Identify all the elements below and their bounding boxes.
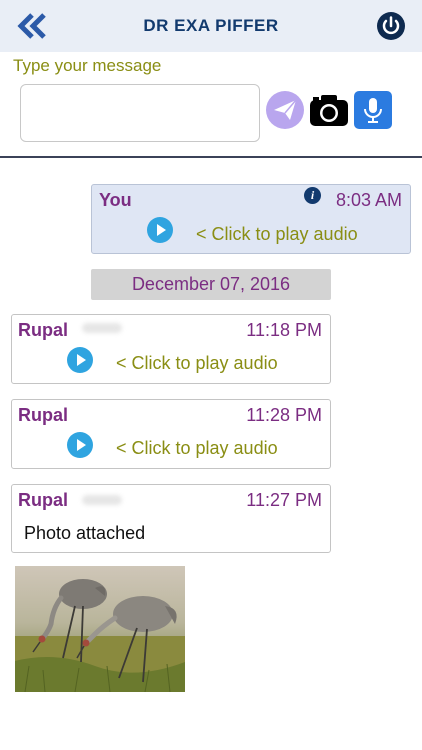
composer-label: Type your message — [13, 56, 162, 75]
message-sender: Rupal — [18, 320, 69, 340]
photo-attachment[interactable] — [15, 566, 185, 692]
date-separator: December 07, 2016 — [91, 269, 331, 300]
send-icon[interactable] — [266, 91, 304, 129]
message-time: 11:18 PM — [246, 320, 322, 340]
play-icon[interactable] — [147, 217, 173, 243]
info-icon[interactable]: i — [304, 187, 321, 204]
app-header: DR EXA PIFFER — [0, 0, 422, 52]
message-time: 8:03 AM — [335, 190, 402, 210]
play-icon[interactable] — [67, 432, 93, 458]
redacted-name — [82, 323, 122, 333]
message-time: 11:27 PM — [246, 490, 322, 510]
message-input[interactable] — [20, 84, 260, 142]
play-audio-link[interactable]: < Click to play audio — [116, 438, 278, 459]
power-icon[interactable] — [376, 11, 406, 41]
message-time: 11:28 PM — [246, 405, 322, 425]
message-bubble: Rupal 11:28 PM < Click to play audio — [11, 399, 331, 469]
message-sender: Rupal — [18, 490, 69, 510]
play-audio-link[interactable]: < Click to play audio — [196, 224, 358, 245]
camera-icon[interactable] — [309, 93, 349, 127]
message-bubble: Rupal 11:18 PM < Click to play audio — [11, 314, 331, 384]
redacted-name — [82, 495, 122, 505]
microphone-icon[interactable] — [354, 91, 392, 129]
message-sender: Rupal — [18, 405, 69, 425]
divider — [0, 156, 422, 158]
play-audio-link[interactable]: < Click to play audio — [116, 353, 278, 374]
play-icon[interactable] — [67, 347, 93, 373]
message-bubble-you: You i 8:03 AM < Click to play audio — [91, 184, 411, 254]
message-sender: You — [99, 190, 132, 210]
message-bubble: Rupal 11:27 PM Photo attached — [11, 484, 331, 553]
photo-caption: Photo attached — [24, 523, 146, 543]
page-title: DR EXA PIFFER — [143, 16, 279, 35]
